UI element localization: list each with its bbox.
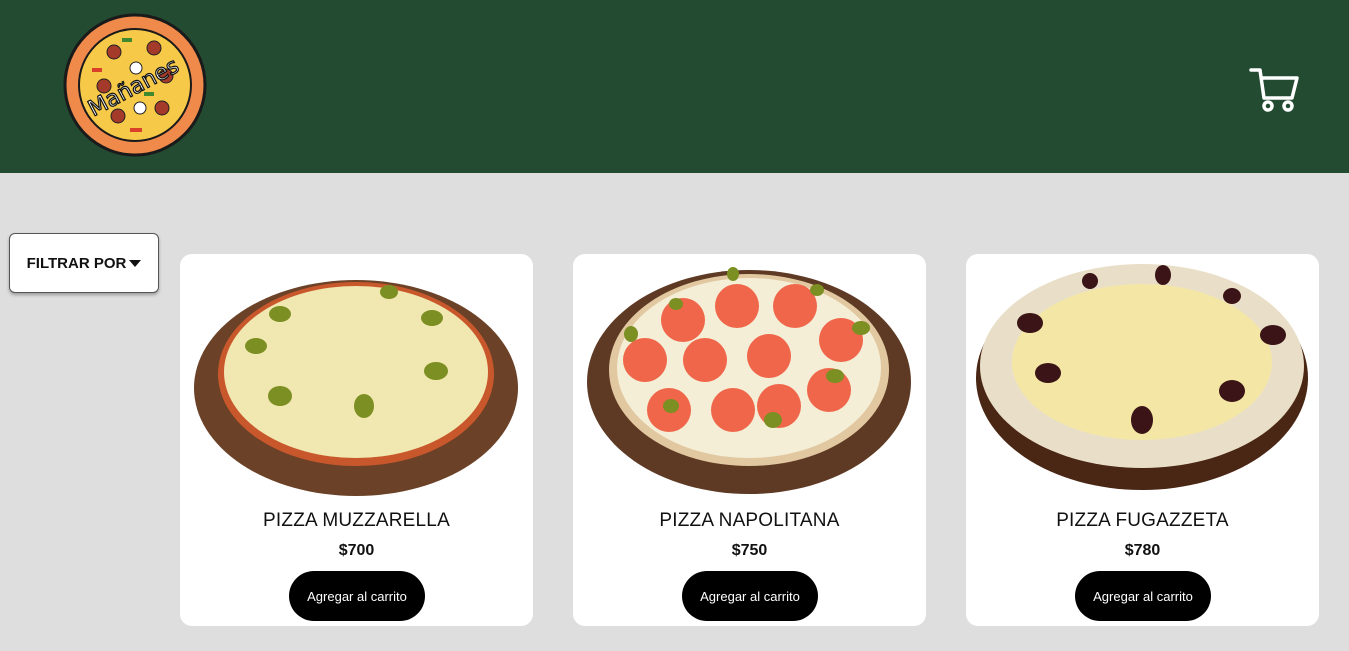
caret-down-icon — [129, 259, 142, 267]
filter-label: FILTRAR POR — [26, 254, 127, 272]
filter-button[interactable]: FILTRAR POR — [9, 233, 159, 293]
shopping-cart-icon[interactable] — [1248, 64, 1300, 114]
product-name: PIZZA NAPOLITANA — [659, 510, 840, 531]
pizza-napolitana-image — [587, 267, 911, 494]
pizza-logo[interactable]: Mañanes — [62, 12, 208, 158]
product-card: PIZZA FUGAZZETA $780 Agregar al carrito — [966, 254, 1319, 626]
product-card: PIZZA NAPOLITANA $750 Agregar al carrito — [573, 254, 926, 626]
product-price: $750 — [731, 542, 768, 559]
pizza-fugazzeta-image — [976, 264, 1308, 490]
product-card: PIZZA MUZZARELLA $700 Agregar al carrito — [180, 254, 533, 626]
product-name: PIZZA FUGAZZETA — [1056, 510, 1229, 531]
product-name: PIZZA MUZZARELLA — [263, 510, 450, 531]
product-price: $700 — [338, 542, 375, 559]
add-to-cart-button[interactable]: Agregar al carrito — [682, 571, 818, 621]
product-price: $780 — [1124, 542, 1161, 559]
site-header: Mañanes — [0, 0, 1349, 173]
add-to-cart-button[interactable]: Agregar al carrito — [1075, 571, 1211, 621]
pizza-muzzarella-image — [194, 280, 518, 496]
add-to-cart-button[interactable]: Agregar al carrito — [289, 571, 425, 621]
